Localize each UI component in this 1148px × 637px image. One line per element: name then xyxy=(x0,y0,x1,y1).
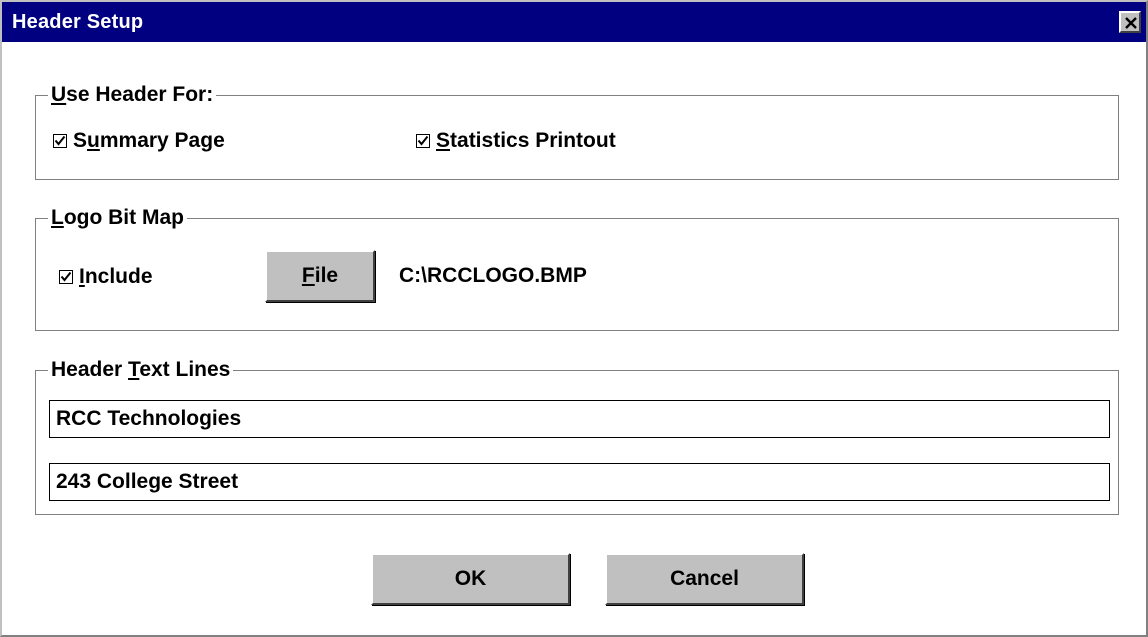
summary-page-label: Summary Page xyxy=(73,129,225,152)
header-text-lines-legend: Header Text Lines xyxy=(48,357,234,383)
checkmark-icon xyxy=(60,271,72,282)
header-text-lines-group: Header Text Lines RCC Technologies 243 C… xyxy=(35,357,1119,515)
use-header-for-group: Use Header For: Summary Page Statistics … xyxy=(35,82,1119,180)
summary-page-checkbox-box[interactable] xyxy=(53,134,67,148)
file-button[interactable]: File xyxy=(265,250,375,302)
close-icon xyxy=(1125,17,1137,29)
include-label: Include xyxy=(79,265,153,288)
title-bar[interactable]: Header Setup xyxy=(2,2,1146,42)
file-button-label: File xyxy=(301,264,339,287)
header-line-2-value: 243 College Street xyxy=(56,470,239,493)
logo-bit-map-group: Logo Bit Map Include File C:\RCCLOGO.BMP xyxy=(35,205,1119,331)
ok-button-label: OK xyxy=(454,567,487,590)
summary-page-checkbox[interactable]: Summary Page xyxy=(53,129,225,153)
header-line-2-input[interactable]: 243 College Street xyxy=(49,463,1110,501)
header-line-1-value: RCC Technologies xyxy=(56,407,242,430)
statistics-printout-label: Statistics Printout xyxy=(436,129,616,152)
header-line-1-input[interactable]: RCC Technologies xyxy=(49,400,1110,438)
ok-button[interactable]: OK xyxy=(371,553,570,605)
close-button[interactable] xyxy=(1119,11,1141,33)
use-header-for-legend: Use Header For: xyxy=(48,82,217,108)
checkmark-icon xyxy=(54,135,66,146)
window-title: Header Setup xyxy=(12,11,144,33)
include-checkbox[interactable]: Include xyxy=(59,265,153,289)
checkmark-icon xyxy=(417,135,429,146)
statistics-printout-checkbox[interactable]: Statistics Printout xyxy=(416,129,616,153)
logo-file-path: C:\RCCLOGO.BMP xyxy=(399,264,587,287)
logo-bit-map-legend: Logo Bit Map xyxy=(48,205,187,231)
cancel-button-label: Cancel xyxy=(670,567,739,590)
include-checkbox-box[interactable] xyxy=(59,270,73,284)
header-setup-dialog: Header Setup Use Header For: Summary Pag… xyxy=(0,0,1148,637)
statistics-printout-checkbox-box[interactable] xyxy=(416,134,430,148)
cancel-button[interactable]: Cancel xyxy=(605,553,804,605)
